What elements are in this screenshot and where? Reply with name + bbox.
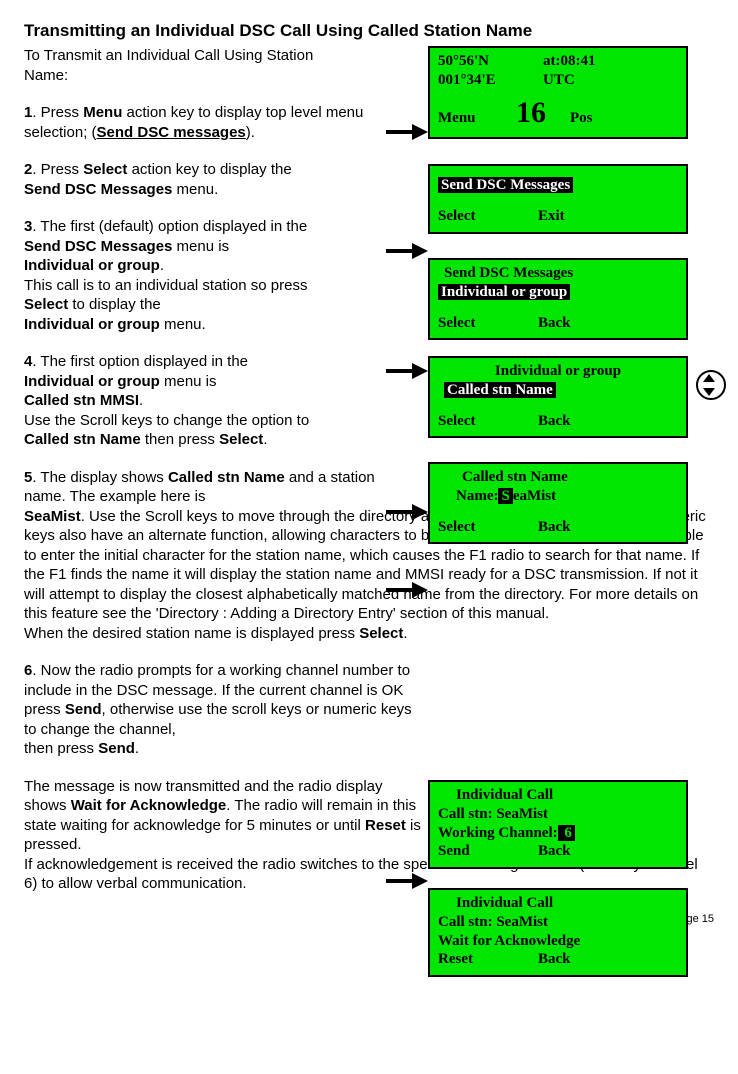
menu-key[interactable]: Menu (438, 109, 516, 128)
back-key[interactable]: Back (538, 412, 571, 431)
exit-key[interactable]: Exit (538, 207, 565, 226)
arrow-6 (386, 876, 428, 886)
scroll-icon (696, 370, 726, 400)
pos-key[interactable]: Pos (570, 109, 593, 128)
wait-ack: Wait for Acknowledge (438, 933, 580, 949)
select-key[interactable]: Select (438, 518, 538, 537)
call-stn: Call stn: SeaMist (438, 914, 548, 930)
arrow-4 (386, 507, 428, 517)
radio-screen-1: 50°56'Nat:08:41 001°34'EUTC Menu16 Pos (428, 46, 688, 139)
arrow-1 (386, 127, 428, 137)
channel-number: 16 (516, 94, 546, 132)
screen3-title: Send DSC Messages (438, 265, 573, 281)
name-cursor: S (498, 488, 512, 504)
lat: 50°56'N (438, 52, 543, 71)
screen7-title: Individual Call (456, 895, 553, 911)
radio-screen-5: Called stn Name Name:SeaMist SelectBack (428, 462, 688, 544)
screen3-highlight: Individual or group (438, 284, 570, 300)
select-key[interactable]: Select (438, 314, 538, 333)
utc: UTC (543, 71, 575, 90)
screen2-title: Send DSC Messages (438, 177, 573, 193)
lon: 001°34'E (438, 71, 543, 90)
name-label: Name: (456, 488, 498, 504)
select-key[interactable]: Select (438, 412, 538, 431)
time: at:08:41 (543, 52, 596, 71)
reset-key[interactable]: Reset (438, 950, 538, 969)
page-title: Transmitting an Individual DSC Call Usin… (24, 20, 714, 42)
working-channel-value: 6 (558, 825, 575, 841)
select-key[interactable]: Select (438, 207, 538, 226)
working-channel-label: Working Channel: (438, 825, 558, 841)
screen6-title: Individual Call (456, 787, 553, 803)
radio-screen-2: Send DSC Messages SelectExit (428, 164, 688, 234)
radio-screen-6: Individual Call Call stn: SeaMist Workin… (428, 780, 688, 869)
back-key[interactable]: Back (538, 842, 571, 861)
screen4-highlight: Called stn Name (444, 382, 556, 398)
arrow-3 (386, 366, 428, 376)
back-key[interactable]: Back (538, 950, 571, 969)
screen4-title: Individual or group (495, 363, 621, 379)
radio-screen-3: Send DSC Messages Individual or group Se… (428, 258, 688, 340)
back-key[interactable]: Back (538, 314, 571, 333)
screen5-title: Called stn Name (462, 469, 568, 485)
call-stn: Call stn: SeaMist (438, 806, 548, 822)
radio-screen-7: Individual Call Call stn: SeaMist Wait f… (428, 888, 688, 977)
arrow-2 (386, 246, 428, 256)
radio-screen-4: Individual or group Called stn Name Sele… (428, 356, 688, 438)
name-value: eaMist (513, 488, 556, 504)
arrow-5 (386, 585, 428, 595)
back-key[interactable]: Back (538, 518, 571, 537)
send-key[interactable]: Send (438, 842, 538, 861)
